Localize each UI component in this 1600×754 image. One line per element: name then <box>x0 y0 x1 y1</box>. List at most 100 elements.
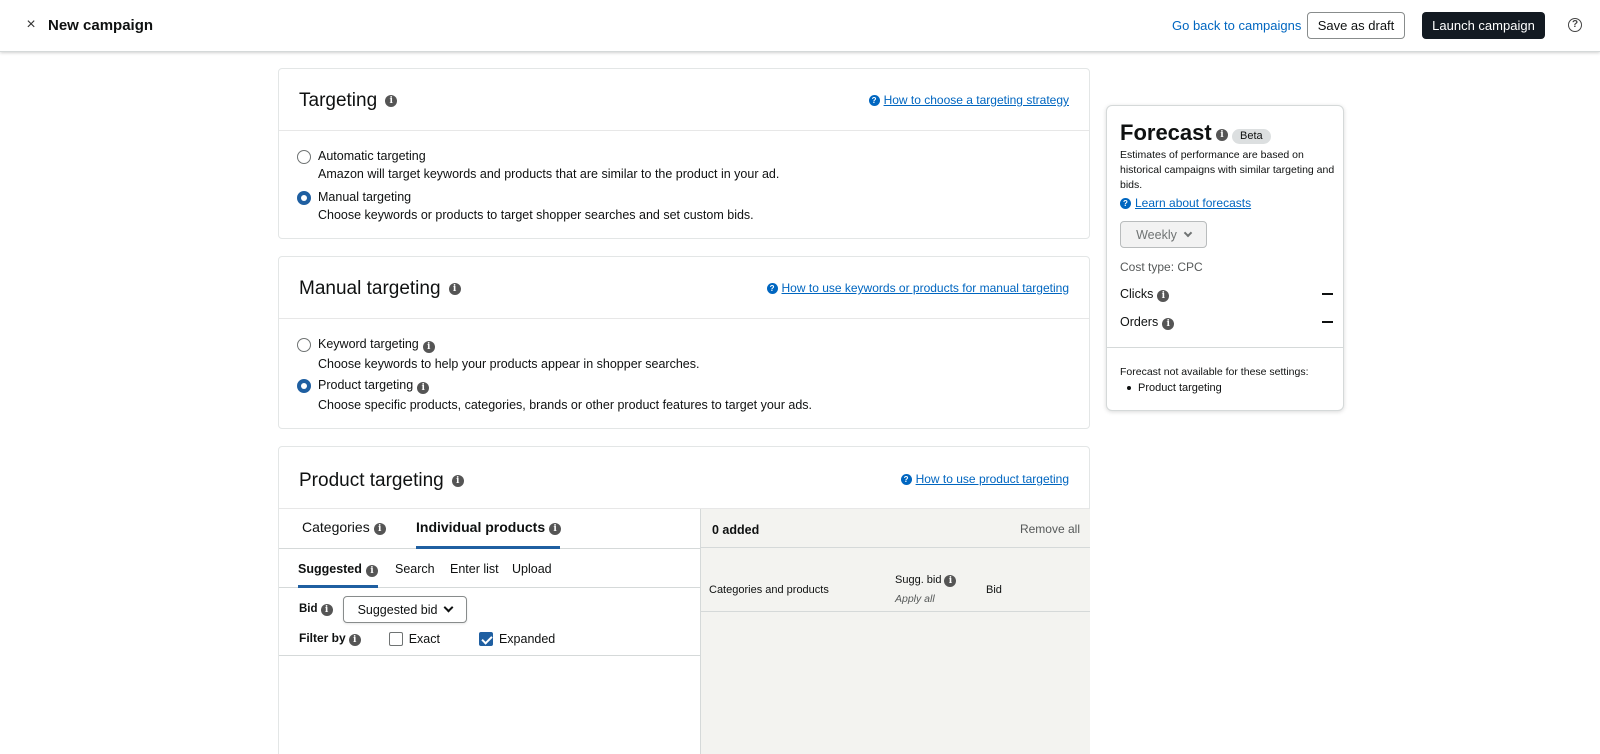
radio-keyword-targeting[interactable]: Keyword targeting i Choose keywords to he… <box>297 337 699 371</box>
info-icon[interactable]: i <box>1162 318 1175 330</box>
dash-icon <box>1322 293 1333 295</box>
info-icon[interactable]: i <box>373 523 386 535</box>
chevron-down-icon <box>443 602 453 613</box>
column-sugg-bid-label: Sugg. bid <box>895 574 942 586</box>
filter-row: Filter by i Exact Expanded <box>299 631 555 646</box>
info-icon[interactable]: i <box>320 604 333 616</box>
column-categories-products: Categories and products <box>709 584 829 596</box>
metric-label: Clicks <box>1120 287 1154 301</box>
subtab-search[interactable]: Search <box>395 562 435 576</box>
question-icon: ? <box>766 282 778 294</box>
targeting-title: Targeting i <box>299 90 398 112</box>
exact-checkbox[interactable] <box>388 631 403 646</box>
close-icon[interactable]: × <box>22 16 40 34</box>
product-targeting-card: Product targeting i ? How to use product t… <box>278 446 1090 754</box>
info-icon[interactable]: i <box>448 283 461 295</box>
radio-button-selected[interactable] <box>297 379 311 393</box>
manual-targeting-title-text: Manual targeting <box>299 278 441 299</box>
column-headers: Categories and products Sugg. bid i Apply… <box>701 548 1090 612</box>
product-targeting-title: Product targeting i <box>299 470 464 492</box>
forecast-description: Estimates of performance are based on hi… <box>1120 149 1335 191</box>
help-icon[interactable]: ? <box>1568 18 1582 32</box>
product-targeting-help-link-text: How to use product targeting <box>915 472 1069 486</box>
radio-button[interactable] <box>297 150 311 164</box>
expanded-label: Expanded <box>498 631 556 646</box>
learn-forecasts-link-text: Learn about forecasts <box>1135 196 1252 210</box>
radio-label: Manual targeting <box>318 190 412 204</box>
apply-all-link[interactable]: Apply all <box>895 593 935 605</box>
divider <box>279 655 700 656</box>
manual-targeting-help-link-text: How to use keywords or products for manu… <box>781 281 1069 295</box>
go-back-link[interactable]: Go back to campaigns <box>1172 18 1301 33</box>
keyword-targeting-label: Keyword targeting <box>318 337 419 351</box>
expanded-checkbox[interactable] <box>478 631 493 646</box>
beta-badge: Beta <box>1232 129 1271 144</box>
tab-label: Individual products <box>416 519 546 535</box>
info-icon[interactable]: i <box>348 634 361 646</box>
radio-description: Choose keywords to help your products ap… <box>318 357 700 371</box>
tab-categories[interactable]: Categories i <box>302 519 386 535</box>
subtab-upload[interactable]: Upload <box>512 562 552 576</box>
manual-targeting-title: Manual targeting i <box>299 278 461 300</box>
product-targeting-title-text: Product targeting <box>299 470 444 491</box>
targeting-help-link[interactable]: ? How to choose a targeting strategy <box>868 93 1069 107</box>
forecast-not-available: Forecast not available for these setting… <box>1120 366 1309 378</box>
radio-button[interactable] <box>297 338 311 352</box>
list-item-text: Product targeting <box>1138 382 1222 394</box>
period-dropdown-value: Weekly <box>1136 227 1177 242</box>
divider <box>1107 347 1343 348</box>
save-draft-button[interactable]: Save as draft <box>1307 12 1405 39</box>
cost-type: Cost type: CPC <box>1120 260 1203 274</box>
radio-description: Amazon will target keywords and products… <box>318 167 780 181</box>
bid-dropdown-value: Suggested bid <box>357 602 438 617</box>
metric-label: Orders <box>1120 315 1159 329</box>
subtab-enter-list[interactable]: Enter list <box>450 562 499 576</box>
radio-automatic-targeting[interactable]: Automatic targeting Amazon will target k… <box>297 149 779 181</box>
manual-targeting-help-link[interactable]: ? How to use keywords or products for man… <box>766 281 1069 295</box>
info-icon[interactable]: i <box>365 565 378 577</box>
active-subtab-indicator <box>298 585 378 588</box>
radio-description: Choose keywords or products to target sh… <box>318 208 754 222</box>
bullet-icon <box>1127 386 1131 390</box>
radio-label: Keyword targeting i <box>318 337 699 353</box>
info-icon[interactable]: i <box>451 475 464 487</box>
info-icon[interactable]: i <box>549 523 562 535</box>
filter-label-text: Filter by <box>299 631 346 645</box>
radio-label: Automatic targeting <box>318 149 426 163</box>
info-icon[interactable]: i <box>1216 129 1228 141</box>
metric-clicks: Clicks i <box>1120 287 1333 302</box>
question-icon: ? <box>1120 197 1131 209</box>
launch-campaign-button[interactable]: Launch campaign <box>1422 12 1545 39</box>
product-targeting-card-header: Product targeting i ? How to use product t… <box>279 447 1089 509</box>
filter-label: Filter by i <box>299 631 361 646</box>
period-dropdown[interactable]: Weekly <box>1120 221 1207 248</box>
subtab-suggested[interactable]: Suggested i <box>298 562 378 577</box>
tab-label: Categories <box>302 519 370 535</box>
forecast-panel: Forecast i Beta Estimates of performance… <box>1106 105 1344 411</box>
list-item: Product targeting <box>1127 382 1222 394</box>
targeting-title-text: Targeting <box>299 90 378 111</box>
info-icon[interactable]: i <box>1157 290 1170 302</box>
bid-label-text: Bid <box>299 603 318 615</box>
info-icon[interactable]: i <box>422 341 435 353</box>
radio-manual-targeting[interactable]: Manual targeting Choose keywords or prod… <box>297 190 754 222</box>
metric-orders: Orders i <box>1120 315 1333 330</box>
info-icon[interactable]: i <box>417 382 430 394</box>
added-products-pane: 0 added Remove all Categories and produc… <box>701 509 1090 754</box>
radio-label: Product targeting i <box>318 378 812 394</box>
product-targeting-help-link[interactable]: ? How to use product targeting <box>900 472 1069 486</box>
added-header: 0 added Remove all <box>701 509 1090 548</box>
sub-tabs: Suggested i Search Enter list Upload <box>279 549 700 588</box>
radio-product-targeting[interactable]: Product targeting i Choose specific produ… <box>297 378 812 412</box>
remove-all-button[interactable]: Remove all <box>1020 522 1080 536</box>
exact-label: Exact <box>408 631 440 646</box>
info-icon[interactable]: i <box>944 575 957 587</box>
bid-dropdown[interactable]: Suggested bid <box>342 596 467 623</box>
targeting-card: Targeting i ? How to choose a targeting st… <box>278 68 1090 239</box>
info-icon[interactable]: i <box>385 95 398 107</box>
product-selection-pane: Categories i Individual products i Suggest… <box>279 509 701 754</box>
question-icon: ? <box>900 473 912 485</box>
learn-forecasts-link[interactable]: ? Learn about forecasts <box>1120 196 1251 210</box>
radio-button-selected[interactable] <box>297 191 311 205</box>
tab-individual-products[interactable]: Individual products i <box>416 519 562 535</box>
